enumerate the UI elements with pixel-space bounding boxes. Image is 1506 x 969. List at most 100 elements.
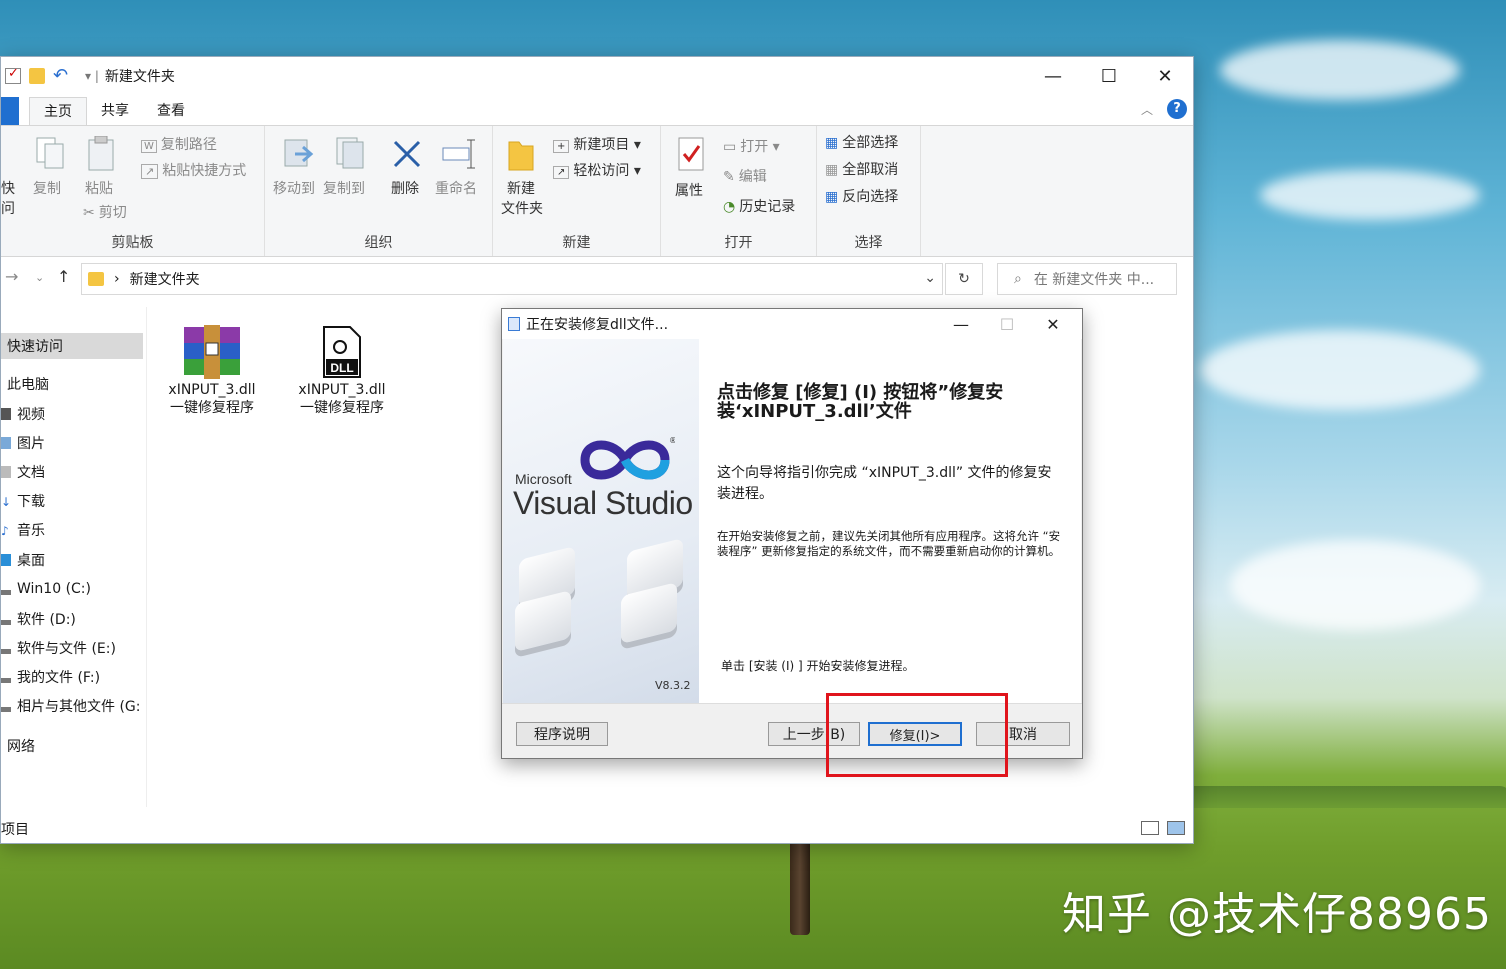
- maximize-button[interactable]: ☐: [1081, 57, 1137, 95]
- drive-icon: [1, 619, 11, 625]
- group-label-new: 新建: [562, 235, 591, 251]
- visual-studio-logo-icon: ®: [580, 436, 675, 480]
- sidebar-item-pictures[interactable]: 图片: [1, 430, 147, 456]
- move-to-icon: [284, 139, 314, 167]
- group-label-organize: 组织: [364, 235, 393, 251]
- sidebar-item-drive-f[interactable]: 我的文件 (F:): [1, 664, 147, 690]
- new-folder-big-icon: [508, 141, 534, 171]
- address-dropdown-icon[interactable]: ⌄: [924, 270, 936, 286]
- dialog-heading: 点击修复 [修复] (I) 按钮将”修复安装‘xINPUT_3.dll’文件: [717, 382, 1004, 422]
- customize-dropdown-icon[interactable]: ▾ |: [85, 69, 99, 83]
- select-none-button[interactable]: ▦ 全部取消: [825, 159, 898, 179]
- delete-button[interactable]: 删除: [391, 178, 419, 198]
- new-folder-label-1[interactable]: 新建: [507, 178, 535, 198]
- sidebar-item-this-pc[interactable]: 此电脑: [1, 371, 147, 397]
- sidebar-item-drive-g[interactable]: 相片与其他文件 (G:: [1, 693, 147, 719]
- sidebar-item-drive-c[interactable]: Win10 (C:): [1, 576, 147, 602]
- navigation-pane: 快速访问 此电脑 视频 图片 文档 ↓ 下载 ♪ 音乐 桌面 Win10 (C:) …: [1, 307, 147, 807]
- drive-icon: [1, 648, 11, 654]
- sidebar-item-quick-access[interactable]: 快速访问: [1, 333, 143, 359]
- up-icon[interactable]: ↑: [57, 267, 70, 286]
- open-button[interactable]: ▭ 打开 ▾: [723, 136, 780, 156]
- move-to-button[interactable]: 移动到: [273, 178, 315, 198]
- search-input[interactable]: ⌕ 在 新建文件夹 中...: [997, 263, 1177, 295]
- dialog-banner: ® Microsoft Visual Studio V8.3.2: [503, 339, 699, 703]
- drive-icon: [1, 677, 11, 683]
- paste-shortcut-button[interactable]: ↗ 粘贴快捷方式: [141, 160, 246, 180]
- dll-file-icon: DLL: [323, 326, 361, 378]
- download-icon: ↓: [1, 495, 12, 509]
- sidebar-item-documents[interactable]: 文档: [1, 459, 147, 485]
- copy-button[interactable]: 复制: [33, 178, 61, 198]
- copy-to-icon: [336, 137, 364, 169]
- invert-selection-button[interactable]: ▦ 反向选择: [825, 186, 898, 206]
- sidebar-item-network[interactable]: 网络: [1, 733, 147, 759]
- forward-icon[interactable]: →: [5, 267, 18, 286]
- file-item[interactable]: xINPUT_3.dll 一键修复程序: [147, 325, 277, 417]
- easy-access-button[interactable]: ↗ 轻松访问 ▾: [553, 160, 641, 180]
- sidebar-item-videos[interactable]: 视频: [1, 401, 147, 427]
- close-button[interactable]: ✕: [1137, 57, 1193, 95]
- history-button[interactable]: ◔ 历史记录: [723, 196, 795, 216]
- dialog-paragraph-2: 在开始安装修复之前，建议先关闭其他所有应用程序。这将允许 “安装程序” 更新修复…: [717, 529, 1061, 558]
- dialog-title-bar: 正在安装修复dll文件... — ☐ ✕: [502, 309, 1082, 339]
- copy-path-button[interactable]: W 复制路径: [141, 134, 217, 154]
- new-item-button[interactable]: + 新建项目 ▾: [553, 134, 641, 154]
- sidebar-item-drive-e[interactable]: 软件与文件 (E:): [1, 635, 147, 661]
- minimize-button[interactable]: —: [1025, 57, 1081, 95]
- large-icons-view-icon[interactable]: [1167, 821, 1185, 835]
- copy-icon: [36, 137, 64, 169]
- undo-icon[interactable]: ↶: [53, 67, 71, 85]
- sidebar-item-downloads[interactable]: ↓ 下载: [1, 488, 147, 514]
- watermark: 知乎 @技术仔88965: [1062, 889, 1492, 940]
- tab-view[interactable]: 查看: [143, 97, 199, 125]
- address-bar-row: → ⌄ ↑ › 新建文件夹 ⌄ ↻ ⌕ 在 新建文件夹 中...: [1, 257, 1193, 299]
- address-bar[interactable]: › 新建文件夹 ⌄: [81, 263, 943, 295]
- recent-dropdown-icon[interactable]: ⌄: [35, 271, 44, 284]
- group-label-select: 选择: [854, 235, 883, 251]
- desktop-icon: [1, 554, 11, 566]
- pin-quick-access-label[interactable]: 快: [1, 178, 15, 198]
- new-folder-label-2[interactable]: 文件夹: [501, 198, 543, 218]
- title-bar: ↶ ▾ | 新建文件夹 — ☐ ✕: [1, 57, 1193, 95]
- help-icon[interactable]: ?: [1167, 99, 1187, 119]
- tab-share[interactable]: 共享: [87, 97, 143, 125]
- sidebar-item-desktop[interactable]: 桌面: [1, 547, 147, 573]
- properties-icon: [678, 137, 704, 171]
- new-folder-icon[interactable]: [29, 68, 45, 84]
- sidebar-item-music[interactable]: ♪ 音乐: [1, 517, 147, 543]
- pin-quick-access-label-2[interactable]: 问: [1, 198, 15, 218]
- window-title: 新建文件夹: [104, 69, 175, 85]
- group-new: 新建 文件夹 + 新建项目 ▾ ↗ 轻松访问 ▾ 新建: [493, 126, 661, 256]
- select-all-button[interactable]: ▦ 全部选择: [825, 132, 898, 152]
- dialog-paragraph-1: 这个向导将指引你完成 “xINPUT_3.dll” 文件的修复安装进程。: [717, 465, 1052, 502]
- copy-to-button[interactable]: 复制到: [323, 178, 365, 198]
- breadcrumb[interactable]: 新建文件夹: [130, 269, 200, 289]
- tab-home[interactable]: 主页: [29, 97, 87, 125]
- status-text: 项目: [1, 822, 29, 838]
- sidebar-item-drive-d[interactable]: 软件 (D:): [1, 606, 147, 632]
- refresh-button[interactable]: ↻: [945, 263, 983, 295]
- svg-text:®: ®: [669, 436, 675, 445]
- collapse-ribbon-icon[interactable]: ︿: [1141, 101, 1153, 118]
- properties-button[interactable]: 属性: [675, 180, 703, 200]
- folder-icon: [88, 272, 104, 286]
- highlight-annotation: [826, 693, 1008, 777]
- dialog-minimize-button[interactable]: —: [938, 309, 984, 339]
- search-icon: ⌕: [1014, 271, 1022, 287]
- dialog-close-button[interactable]: ✕: [1030, 309, 1076, 339]
- properties-check-icon[interactable]: [5, 66, 21, 84]
- paste-button[interactable]: 粘贴: [85, 178, 113, 198]
- group-organize: 移动到 复制到 删除 重命名 组织: [265, 126, 493, 256]
- cut-button[interactable]: ✂ 剪切: [83, 202, 127, 222]
- rename-button[interactable]: 重命名: [435, 178, 477, 198]
- edit-button[interactable]: ✎ 编辑: [723, 166, 767, 186]
- tab-file[interactable]: [1, 97, 19, 125]
- group-select: ▦ 全部选择 ▦ 全部取消 ▦ 反向选择 选择: [817, 126, 921, 256]
- about-button[interactable]: 程序说明: [516, 722, 608, 746]
- search-placeholder: 在 新建文件夹 中...: [1033, 272, 1155, 288]
- installer-icon: [508, 317, 520, 331]
- group-label-clipboard: 剪贴板: [111, 235, 154, 251]
- details-view-icon[interactable]: [1141, 821, 1159, 835]
- file-item[interactable]: DLL xINPUT_3.dll 一键修复程序: [277, 325, 407, 417]
